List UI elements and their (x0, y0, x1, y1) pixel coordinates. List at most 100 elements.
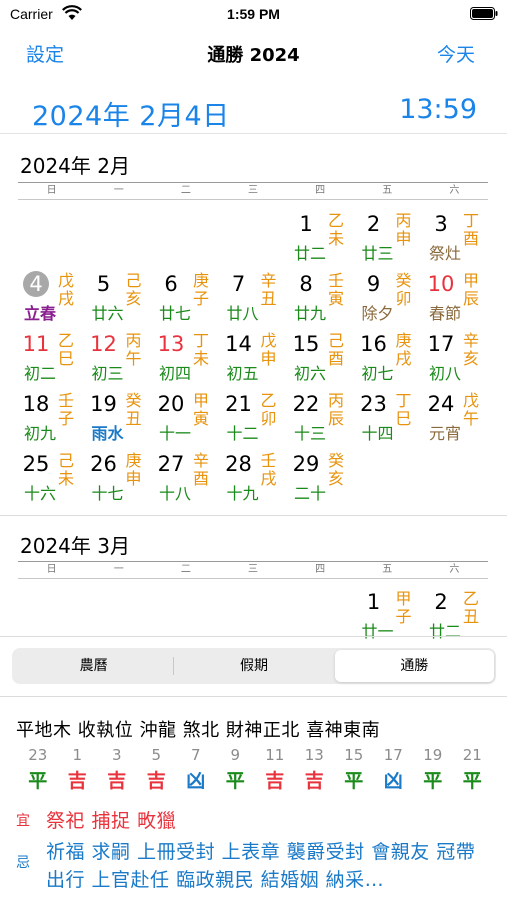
day-number: 2 (434, 590, 448, 614)
calendar-day-cell[interactable]: 19 癸丑 雨水 (86, 390, 154, 450)
calendar-day-cell[interactable]: 5 己亥 廿六 (86, 270, 154, 330)
calendar-day-cell[interactable]: 29 癸亥 二十 (288, 450, 356, 510)
lunar-label: 初八 (428, 364, 461, 383)
weekday-label: 二 (180, 185, 191, 196)
hour-luck: 吉 (265, 770, 285, 792)
weekday-label: 一 (113, 185, 124, 196)
yi-label: 宜 (16, 813, 30, 829)
lunar-label: 十八 (158, 484, 191, 503)
lunar-label: 十七 (91, 484, 124, 503)
day-number: 2 (366, 212, 381, 236)
calendar-day-cell[interactable]: 7 辛丑 廿八 (221, 270, 289, 330)
hour-item: 23 平 (18, 746, 58, 793)
weekday-header: 日一二三四五六 (18, 182, 488, 200)
lunar-label: 立春 (23, 304, 56, 323)
lunar-label: 初四 (158, 364, 191, 383)
lunar-label: 雨水 (91, 424, 124, 443)
hour-number: 9 (230, 746, 241, 764)
weekday-label: 四 (315, 564, 326, 575)
calendar-day-cell[interactable]: 11 乙巳 初二 (18, 330, 86, 390)
day-number: 19 (90, 392, 117, 416)
calendar-day-cell[interactable]: 23 丁巳 十四 (356, 390, 424, 450)
calendar-day-cell[interactable]: 4 戊戌 立春 (18, 270, 86, 330)
weekday-label: 一 (113, 564, 124, 575)
calendar-day-cell[interactable]: 1 乙未 廿二 (288, 210, 356, 270)
today-button[interactable]: 今天 (437, 40, 475, 67)
day-number: 27 (157, 452, 185, 476)
calendar-day-cell[interactable]: 20 甲寅 十一 (153, 390, 221, 450)
hour-luck: 平 (423, 770, 443, 792)
day-number: 29 (292, 452, 320, 476)
calendar-day-cell[interactable]: 24 戊午 元宵 (423, 390, 491, 450)
weekday-label: 五 (382, 185, 393, 196)
day-number: 4 (29, 272, 43, 296)
hour-luck: 平 (462, 770, 482, 792)
calendar-day-cell[interactable]: 10 甲辰 春節 (423, 270, 491, 330)
calendar-day-cell[interactable]: 16 庚戌 初七 (356, 330, 424, 390)
tab-holidays[interactable]: 假期 (174, 650, 333, 682)
day-number: 25 (22, 452, 50, 476)
hour-item: 1吉 (58, 746, 98, 793)
lunar-label: 廿二 (293, 244, 326, 263)
hour-number: 11 (265, 746, 285, 764)
status-bar: Carrier 1:59 PM (0, 0, 507, 30)
calendar-day-cell[interactable]: 18 壬子 初九 (18, 390, 86, 450)
day-number: 8 (299, 272, 313, 296)
lunar-label: 十一 (158, 424, 191, 443)
lunar-label: 廿二 (428, 622, 461, 641)
hour-luck: 吉 (146, 770, 166, 792)
weekday-label: 日 (46, 185, 57, 196)
lunar-label: 十六 (23, 484, 56, 503)
calendar-day-cell[interactable]: 2 丙申 廿三 (356, 210, 424, 270)
day-number: 9 (366, 272, 381, 296)
day-number: 15 (292, 332, 320, 356)
calendar-day-cell[interactable]: 28 壬戌 十九 (221, 450, 289, 510)
lunar-label: 祭灶 (428, 244, 461, 263)
tab-almanac[interactable]: 通勝 (334, 650, 494, 682)
divider (0, 515, 507, 516)
hour-number: 15 (344, 746, 364, 764)
lunar-label: 廿八 (226, 304, 259, 323)
calendar-day-cell[interactable]: 1 甲子 廿一 (356, 588, 424, 648)
hour-number: 3 (111, 746, 122, 764)
weekday-header: 日一二三四五六 (18, 561, 488, 579)
calendar-day-cell[interactable]: 2 乙丑 廿二 (423, 588, 491, 648)
calendar-day-cell[interactable]: 6 庚子 廿七 (153, 270, 221, 330)
day-number: 18 (22, 392, 50, 416)
hour-number: 23 (28, 746, 48, 764)
hour-item: 3吉 (97, 746, 137, 793)
yi-text: 祭祀 捕捉 畋獵 (46, 810, 177, 832)
day-number: 1 (366, 590, 381, 614)
calendar-day-cell[interactable]: 9 癸卯 除夕 (356, 270, 424, 330)
calendar-day-cell[interactable]: 3 丁酉 祭灶 (423, 210, 491, 270)
calendar-day-cell[interactable]: 14 戊申 初五 (221, 330, 289, 390)
calendar-day-cell[interactable]: 15 己酉 初六 (288, 330, 356, 390)
calendar-day-cell[interactable]: 26 庚申 十七 (86, 450, 154, 510)
calendar-day-cell[interactable]: 17 辛亥 初八 (423, 330, 491, 390)
hour-item: 7凶 (176, 746, 216, 793)
hour-item: 5吉 (137, 746, 177, 793)
calendar-day-cell[interactable]: 12 丙午 初三 (86, 330, 154, 390)
lunar-label: 廿九 (293, 304, 326, 323)
month-title-feb: 2024年 2月 (20, 154, 130, 178)
calendar-day-cell[interactable]: 22 丙辰 十三 (288, 390, 356, 450)
weekday-label: 日 (46, 564, 57, 575)
hour-number: 17 (383, 746, 403, 764)
day-number: 21 (225, 392, 252, 416)
view-segmented-control[interactable]: 農曆 假期 通勝 (12, 648, 496, 684)
selected-date[interactable]: 2024年 2月4日 (32, 94, 230, 133)
calendar-day-cell[interactable]: 13 丁未 初四 (153, 330, 221, 390)
day-number: 14 (225, 332, 252, 356)
selected-date-header: 2024年 2月4日 13:59 (0, 90, 507, 134)
calendar-day-cell[interactable]: 25 己未 十六 (18, 450, 86, 510)
calendar-day-cell[interactable]: 27 辛酉 十八 (153, 450, 221, 510)
day-info: 平地木 收執位 沖龍 煞北 財神正北 喜神東南 (16, 720, 381, 741)
hour-luck: 吉 (304, 770, 324, 792)
day-number: 24 (427, 392, 455, 416)
ji-text: 祈福 求嗣 上冊受封 上表章 襲爵受封 會親友 冠帶 出行 上官赴任 臨政親民 … (46, 841, 476, 891)
calendar-day-cell[interactable]: 21 乙卯 十二 (221, 390, 289, 450)
hour-number: 7 (190, 746, 201, 764)
calendar-day-cell[interactable]: 8 壬寅 廿九 (288, 270, 356, 330)
lunar-label: 十九 (226, 484, 259, 503)
tab-lunar[interactable]: 農曆 (14, 650, 173, 682)
